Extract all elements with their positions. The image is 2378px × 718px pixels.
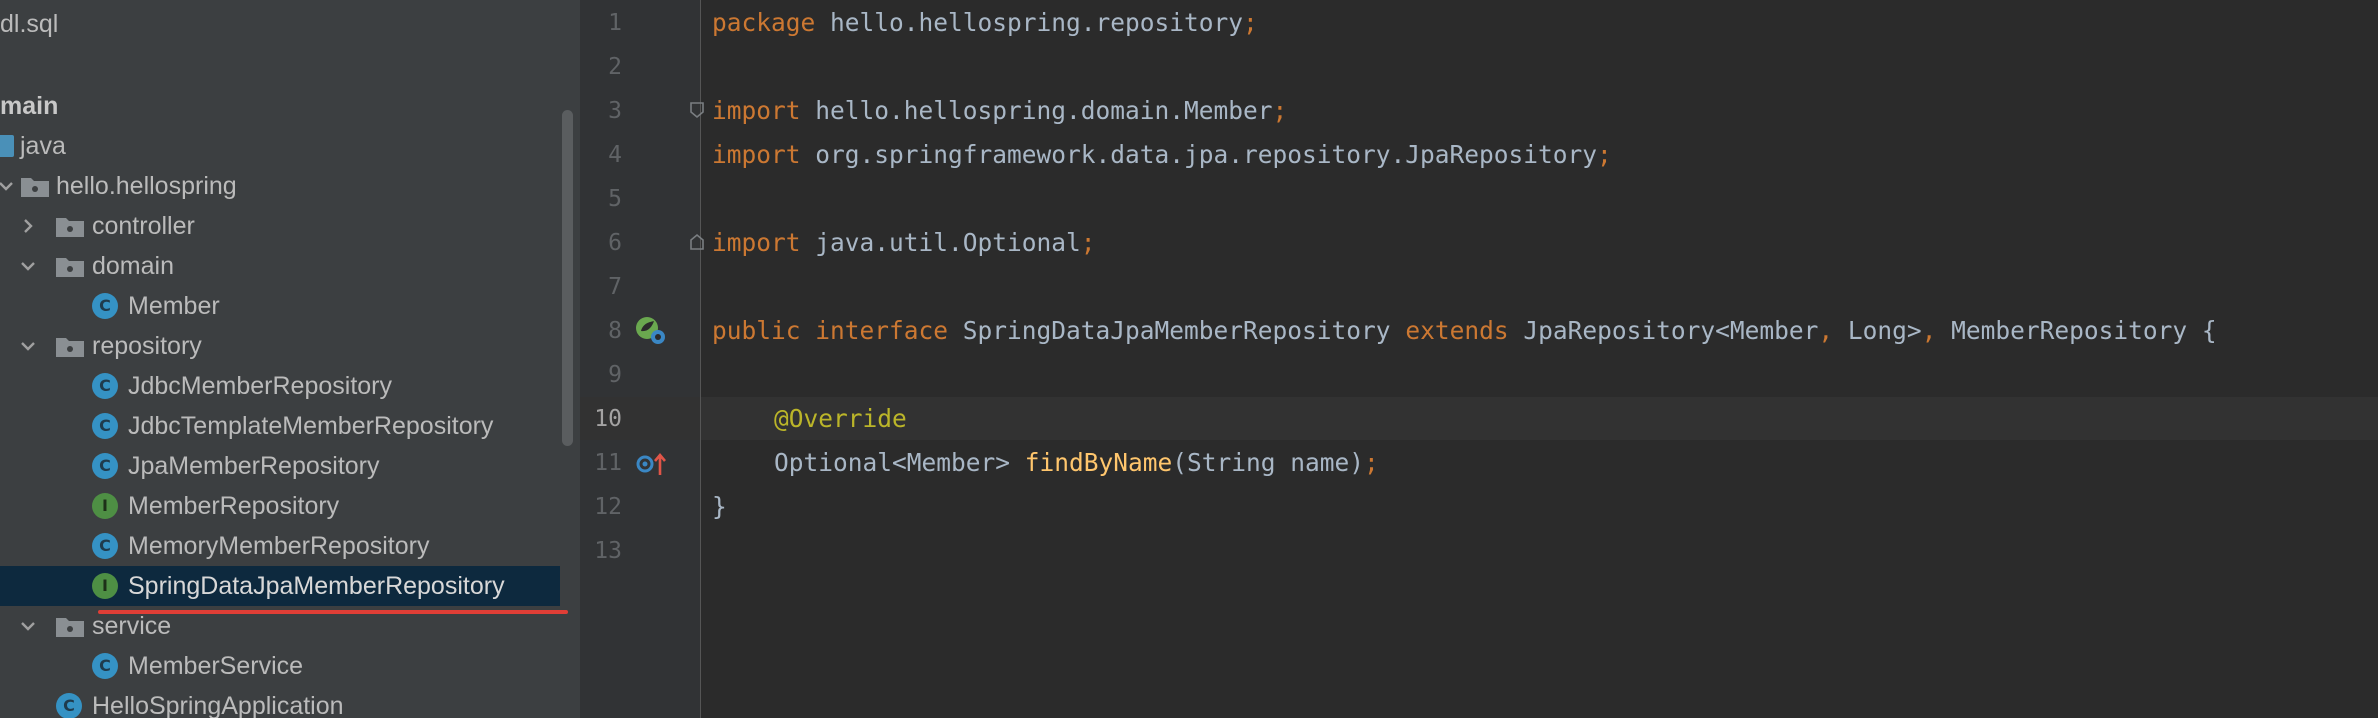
implements-method-icon[interactable] [634, 450, 668, 478]
tree-item-memberservice[interactable]: C MemberService [0, 646, 560, 686]
line-number: 12 [594, 494, 622, 520]
line-number: 6 [608, 230, 622, 256]
tree-item-label: MemberService [128, 652, 304, 680]
tree-item-memberrepository[interactable]: I MemberRepository [0, 486, 560, 526]
code-line-current[interactable]: @Override [712, 397, 907, 441]
tree-item-label: HelloSpringApplication [92, 692, 344, 718]
tree-item-jdbcmemberrepository[interactable]: C JdbcMemberRepository [0, 366, 560, 406]
tree-item-memorymemberrepository[interactable]: C MemoryMemberRepository [0, 526, 560, 566]
tree-item-domain[interactable]: domain [0, 246, 560, 286]
tree-item-label: domain [92, 252, 174, 280]
line-number: 7 [608, 274, 622, 300]
chevron-down-icon[interactable] [18, 336, 38, 356]
tree-scrollbar[interactable] [562, 110, 573, 446]
chevron-down-icon[interactable] [18, 256, 38, 276]
line-number: 3 [608, 98, 622, 124]
class-icon: C [92, 533, 118, 559]
package-folder-icon [56, 218, 84, 237]
chevron-down-icon[interactable] [18, 616, 38, 636]
tree-item-label: MemoryMemberRepository [128, 532, 430, 560]
spring-bean-icon[interactable] [634, 315, 668, 347]
tree-item-label: JdbcTemplateMemberRepository [128, 412, 494, 440]
tree-item-label: service [92, 612, 172, 640]
class-icon: C [92, 653, 118, 679]
package-folder-icon [56, 258, 84, 277]
line-number: 9 [608, 362, 622, 388]
line-number-current: 10 [594, 406, 622, 432]
tree-item-ddl-sql[interactable]: dl.sql [0, 4, 560, 44]
class-icon: C [92, 453, 118, 479]
line-number: 2 [608, 54, 622, 80]
code-line[interactable]: } [712, 485, 727, 529]
tree-item-label: Member [128, 292, 220, 320]
tree-item-jpamemberrepository[interactable]: C JpaMemberRepository [0, 446, 560, 486]
tree-item-label: repository [92, 332, 202, 360]
tree-item-label: dl.sql [0, 10, 59, 38]
tree-item-jdbctemplatememberrepository[interactable]: C JdbcTemplateMemberRepository [0, 406, 560, 446]
code-line[interactable]: Optional<Member> findByName(String name)… [712, 441, 1379, 485]
fold-icon[interactable] [689, 101, 705, 119]
project-tree-panel: dl.sql main java hello.hellospring contr… [0, 0, 580, 718]
line-number: 11 [594, 450, 622, 476]
fold-icon[interactable] [689, 233, 705, 251]
interface-icon: I [92, 493, 118, 519]
source-root-icon [0, 135, 14, 157]
chevron-right-icon[interactable] [18, 216, 38, 236]
chevron-down-icon[interactable] [0, 176, 16, 196]
package-folder-icon [56, 338, 84, 357]
tree-item-member[interactable]: C Member [0, 286, 560, 326]
code-line[interactable]: public interface SpringDataJpaMemberRepo… [712, 309, 2217, 353]
tree-item-label: hello.hellospring [56, 172, 237, 200]
class-icon: C [92, 373, 118, 399]
code-line[interactable]: import java.util.Optional; [712, 221, 1096, 265]
tree-item-label: SpringDataJpaMemberRepository [128, 572, 505, 600]
tree-item-label: JpaMemberRepository [128, 452, 380, 480]
interface-icon: I [92, 573, 118, 599]
tree-item-label: main [0, 92, 59, 120]
tree-item-hello-hellospring[interactable]: hello.hellospring [0, 166, 560, 206]
line-number: 5 [608, 186, 622, 212]
code-line[interactable]: import hello.hellospring.domain.Member; [712, 89, 1287, 133]
line-number: 1 [608, 10, 622, 36]
line-number: 8 [608, 318, 622, 344]
tree-item-label: java [20, 132, 66, 160]
tree-item-springdatajpamemberrepository[interactable]: I SpringDataJpaMemberRepository [0, 566, 560, 606]
code-line[interactable]: import org.springframework.data.jpa.repo… [712, 133, 1612, 177]
tree-item-repository[interactable]: repository [0, 326, 560, 366]
class-icon: C [92, 293, 118, 319]
ide-window: dl.sql main java hello.hellospring contr… [0, 0, 2378, 718]
tree-item-java[interactable]: java [0, 126, 560, 166]
line-number: 4 [608, 142, 622, 168]
spring-boot-class-icon: C [56, 693, 82, 718]
tree-item-label: JdbcMemberRepository [128, 372, 392, 400]
tree-item-service[interactable]: service [0, 606, 560, 646]
tree-item-hellospringapplication[interactable]: C HelloSpringApplication [0, 686, 560, 718]
class-icon: C [92, 413, 118, 439]
tree-item-label: MemberRepository [128, 492, 340, 520]
tree-item-controller[interactable]: controller [0, 206, 560, 246]
code-line[interactable]: package hello.hellospring.repository; [712, 1, 1258, 45]
package-folder-icon [21, 178, 49, 197]
package-folder-icon [56, 618, 84, 637]
line-number: 13 [594, 538, 622, 564]
tree-item-label: controller [92, 212, 195, 240]
tree-item-main[interactable]: main [0, 86, 560, 126]
